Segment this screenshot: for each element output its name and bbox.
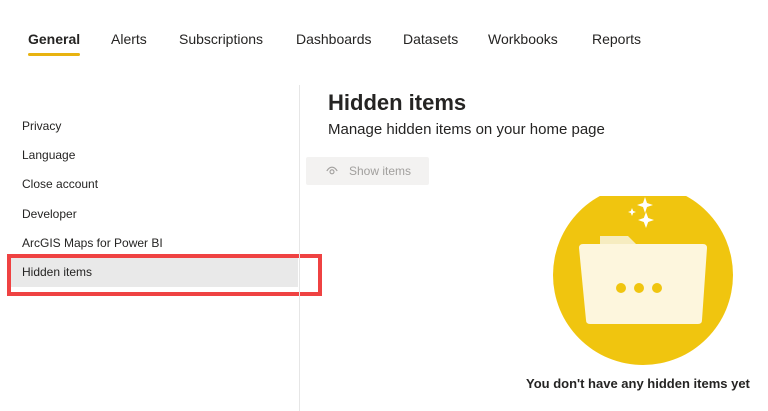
sidebar-item-close-account[interactable]: Close account: [10, 170, 298, 199]
show-items-button[interactable]: Show items: [306, 157, 429, 185]
page-subtitle: Manage hidden items on your home page: [328, 121, 605, 138]
tab-label: Reports: [592, 31, 642, 47]
tab-label: General: [28, 31, 81, 47]
tab-alerts[interactable]: Alerts: [111, 30, 147, 48]
tab-label: Datasets: [403, 31, 459, 47]
tab-label: Workbooks: [488, 31, 558, 47]
sidebar-item-privacy[interactable]: Privacy: [10, 112, 298, 141]
tab-general[interactable]: General: [28, 30, 81, 56]
sidebar-item-label: Developer: [22, 207, 77, 221]
eye-icon: [326, 165, 338, 177]
sidebar-item-label: Privacy: [22, 119, 62, 133]
settings-tabs: General Alerts Subscriptions Dashboards …: [0, 0, 768, 62]
sidebar-item-label: ArcGIS Maps for Power BI: [22, 236, 163, 250]
sidebar-divider: [299, 85, 300, 411]
sidebar-item-developer[interactable]: Developer: [10, 200, 298, 229]
tab-dashboards[interactable]: Dashboards: [296, 30, 372, 48]
tab-reports[interactable]: Reports: [592, 30, 641, 48]
page-title: Hidden items: [328, 90, 467, 115]
tab-subscriptions[interactable]: Subscriptions: [179, 30, 263, 48]
empty-state-message: You don't have any hidden items yet: [526, 376, 750, 391]
sidebar-item-language[interactable]: Language: [10, 141, 298, 170]
tab-workbooks[interactable]: Workbooks: [488, 30, 558, 48]
empty-folder-illustration: [552, 185, 734, 370]
tab-label: Alerts: [111, 31, 147, 47]
settings-page: General Alerts Subscriptions Dashboards …: [0, 0, 768, 411]
tab-label: Dashboards: [296, 31, 372, 47]
sidebar-item-arcgis-maps[interactable]: ArcGIS Maps for Power BI: [10, 229, 298, 258]
show-items-label: Show items: [349, 164, 412, 178]
tab-label: Subscriptions: [179, 31, 264, 47]
active-tab-indicator: [28, 53, 81, 56]
tab-datasets[interactable]: Datasets: [403, 30, 458, 48]
sidebar-item-hidden-items[interactable]: Hidden items: [10, 258, 298, 287]
sidebar-item-label: Hidden items: [22, 265, 93, 279]
sidebar-item-label: Close account: [22, 177, 99, 191]
sidebar-item-label: Language: [22, 148, 76, 162]
